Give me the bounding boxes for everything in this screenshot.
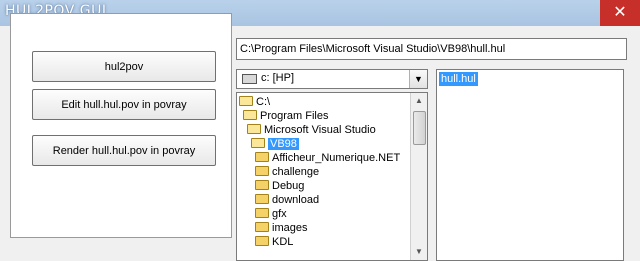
folder-icon [255,152,269,162]
dir-item[interactable]: C:\ [239,95,270,109]
dir-item[interactable]: KDL [255,235,293,249]
scroll-up-icon[interactable]: ▲ [411,93,427,109]
scroll-thumb[interactable] [413,111,426,145]
drive-icon [242,74,257,84]
button-panel: hul2pov Edit hull.hul.pov in povray Rend… [10,13,232,238]
open-folder-icon [247,124,261,134]
scroll-down-icon[interactable]: ▼ [411,244,427,260]
open-folder-icon [251,138,265,148]
dir-item[interactable]: gfx [255,207,287,221]
folder-icon [255,222,269,232]
folder-icon [255,236,269,246]
dir-item[interactable]: images [255,221,307,235]
dir-item[interactable]: Debug [255,179,304,193]
file-list[interactable]: hull.hul [436,69,624,261]
folder-icon [255,194,269,204]
open-folder-icon [239,96,253,106]
directory-scrollbar[interactable]: ▲ ▼ [410,93,427,260]
close-icon: ✕ [613,4,627,21]
drive-label: c: [HP] [261,72,295,84]
drive-select[interactable]: c: [HP] ▼ [236,69,428,89]
dir-item[interactable]: Program Files [243,109,328,123]
close-button[interactable]: ✕ [600,0,640,26]
dir-item[interactable]: download [255,193,319,207]
dir-item-selected[interactable]: VB98 [251,137,299,151]
render-povray-button[interactable]: Render hull.hul.pov in povray [32,135,216,166]
edit-povray-button[interactable]: Edit hull.hul.pov in povray [32,89,216,120]
folder-icon [255,166,269,176]
folder-icon [255,208,269,218]
open-folder-icon [243,110,257,120]
dir-item[interactable]: Afficheur_Numerique.NET [255,151,400,165]
file-item-selected[interactable]: hull.hul [439,72,478,86]
file-path-field[interactable]: C:\Program Files\Microsoft Visual Studio… [236,38,627,60]
folder-icon [255,180,269,190]
dir-item[interactable]: Microsoft Visual Studio [247,123,376,137]
chevron-down-icon[interactable]: ▼ [409,70,427,88]
directory-list[interactable]: C:\ Program Files Microsoft Visual Studi… [236,92,428,261]
dir-item[interactable]: challenge [255,165,319,179]
hul2pov-button[interactable]: hul2pov [32,51,216,82]
